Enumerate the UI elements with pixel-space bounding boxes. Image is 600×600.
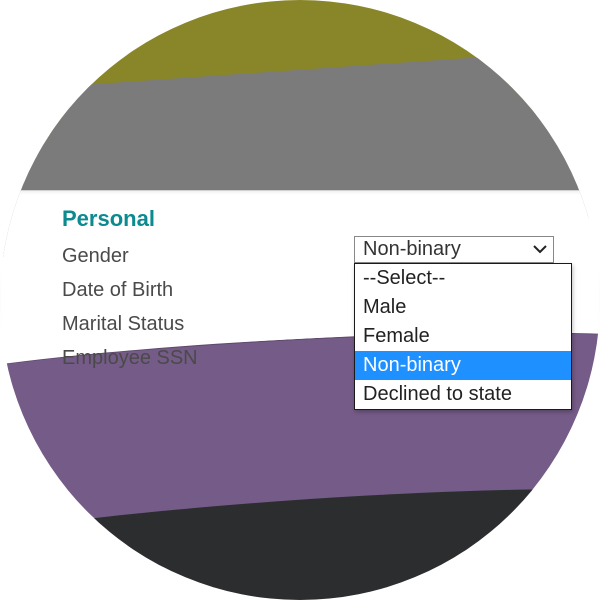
label-dob: Date of Birth — [62, 279, 332, 302]
gender-option[interactable]: Female — [355, 322, 571, 351]
circular-viewport: Personal Gender Date of Birth Marital St… — [0, 0, 600, 600]
gender-option-highlighted[interactable]: Non-binary — [355, 351, 571, 380]
chevron-down-icon — [533, 242, 547, 258]
label-marital: Marital Status — [62, 313, 332, 336]
label-ssn: Employee SSN — [62, 347, 332, 370]
gender-select-value: Non-binary — [363, 238, 533, 261]
label-gender: Gender — [62, 245, 332, 268]
gender-select[interactable]: Non-binary — [354, 236, 554, 263]
section-title: Personal — [62, 206, 580, 232]
gender-dropdown[interactable]: --Select-- Male Female Non-binary Declin… — [354, 263, 572, 410]
gender-option[interactable]: --Select-- — [355, 264, 571, 293]
gender-option[interactable]: Declined to state — [355, 380, 571, 409]
gender-option[interactable]: Male — [355, 293, 571, 322]
